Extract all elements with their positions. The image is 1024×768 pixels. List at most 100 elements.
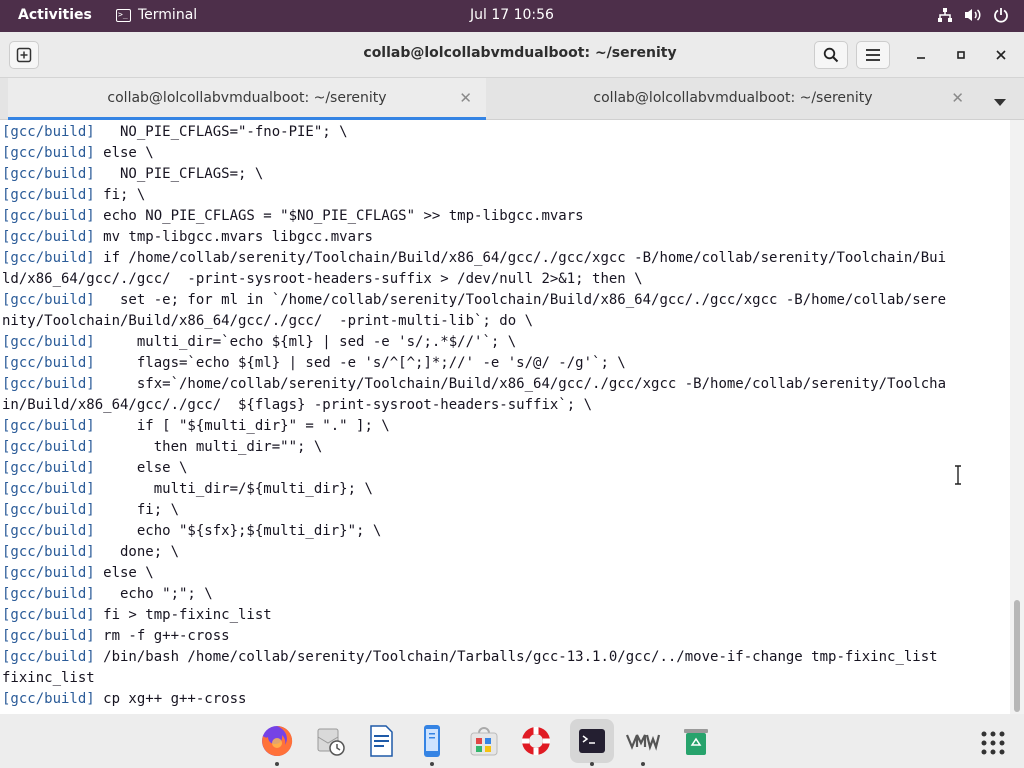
app-menu[interactable]: >_ Terminal	[116, 7, 197, 23]
dock-mail-clock[interactable]	[308, 719, 352, 763]
maximize-icon	[957, 51, 965, 59]
dock-phone[interactable]	[410, 719, 454, 766]
line-text: then multi_dir=""; \	[94, 439, 323, 455]
new-tab-button[interactable]	[9, 41, 39, 69]
line-text: if /home/collab/serenity/Toolchain/Build…	[94, 250, 947, 266]
line-prompt: [gcc/build]	[2, 145, 95, 161]
line-prompt: [gcc/build]	[2, 355, 95, 371]
line-text: NO_PIE_CFLAGS=; \	[94, 166, 264, 182]
dock-software-store[interactable]	[462, 719, 506, 763]
network-icon[interactable]	[936, 6, 954, 24]
writer-document-icon	[370, 725, 393, 757]
terminal-line: [gcc/build] else \	[2, 458, 946, 479]
terminal-line: fixinc_list	[2, 668, 946, 689]
dock-terminal[interactable]	[570, 719, 614, 766]
minimize-button[interactable]	[910, 44, 932, 66]
tab-terminal-2[interactable]: collab@lolcollabvmdualboot: ~/serenity ✕	[488, 78, 978, 120]
trash-icon	[684, 729, 708, 755]
line-text: done; \	[94, 544, 180, 560]
terminal-line: [gcc/build] else \	[2, 143, 946, 164]
line-text: echo ";"; \	[94, 586, 213, 602]
terminal-line: [gcc/build] flags=`echo ${ml} | sed -e '…	[2, 353, 946, 374]
show-applications-button[interactable]	[980, 730, 1006, 756]
line-text: else \	[94, 460, 188, 476]
terminal-scrollbar[interactable]	[1010, 120, 1024, 714]
tabs-dropdown-button[interactable]	[994, 92, 1006, 111]
line-prompt: [gcc/build]	[2, 628, 95, 644]
mail-clock-icon	[317, 728, 345, 756]
terminal-line: [gcc/build] cp xg++ g++-cross	[2, 689, 946, 710]
line-prompt: [gcc/build]	[2, 334, 95, 350]
search-button[interactable]	[814, 41, 848, 69]
terminal-line: [gcc/build] NO_PIE_CFLAGS="-fno-PIE"; \	[2, 122, 946, 143]
window-title: collab@lolcollabvmdualboot: ~/serenity	[363, 45, 677, 61]
close-icon	[996, 50, 1006, 60]
terminal-line: [gcc/build] echo "${sfx};${multi_dir}"; …	[2, 521, 946, 542]
maximize-button[interactable]	[950, 44, 972, 66]
menu-button[interactable]	[856, 41, 890, 69]
terminal-line: [gcc/build] fi > tmp-fixinc_list	[2, 605, 946, 626]
app-menu-label: Terminal	[138, 7, 198, 23]
running-indicator	[590, 762, 594, 766]
scrollbar-thumb[interactable]	[1014, 600, 1020, 712]
tab-label: collab@lolcollabvmdualboot: ~/serenity	[593, 90, 873, 106]
running-indicator	[275, 762, 279, 766]
tab-close-icon[interactable]: ✕	[459, 89, 472, 107]
new-tab-icon	[16, 47, 32, 63]
dock-vmware[interactable]	[621, 719, 665, 766]
terminal-output[interactable]: [gcc/build] NO_PIE_CFLAGS="-fno-PIE"; \[…	[0, 120, 1010, 714]
line-text: echo "${sfx};${multi_dir}"; \	[94, 523, 382, 539]
terminal-line: [gcc/build] done; \	[2, 542, 946, 563]
activities-button[interactable]: Activities	[18, 7, 92, 23]
line-text: rm -f g++-cross	[94, 628, 230, 644]
tab-terminal-1[interactable]: collab@lolcollabvmdualboot: ~/serenity ✕	[8, 78, 486, 120]
tab-label: collab@lolcollabvmdualboot: ~/serenity	[107, 90, 387, 106]
line-text: NO_PIE_CFLAGS="-fno-PIE"; \	[94, 124, 348, 140]
chevron-down-icon	[994, 99, 1006, 106]
terminal-line: ld/x86_64/gcc/./gcc/ -print-sysroot-head…	[2, 269, 946, 290]
dock-firefox[interactable]	[255, 719, 299, 766]
terminal-line: [gcc/build] fi; \	[2, 500, 946, 521]
dock-help[interactable]	[514, 719, 558, 763]
software-store-icon	[470, 727, 498, 756]
terminal-line: [gcc/build] mv tmp-libgcc.mvars libgcc.m…	[2, 227, 946, 248]
terminal-line: nity/Toolchain/Build/x86_64/gcc/./gcc/ -…	[2, 311, 946, 332]
line-text: if [ "${multi_dir}" = "." ]; \	[94, 418, 390, 434]
firefox-icon	[262, 725, 293, 756]
terminal-line: [gcc/build] multi_dir=/${multi_dir}; \	[2, 479, 946, 500]
line-text: fi > tmp-fixinc_list	[94, 607, 272, 623]
line-text: /bin/bash /home/collab/serenity/Toolchai…	[94, 649, 938, 665]
minimize-icon	[917, 57, 925, 59]
system-tray[interactable]	[936, 6, 1010, 24]
terminal-line: [gcc/build] sfx=`/home/collab/serenity/T…	[2, 374, 946, 395]
terminal-line: [gcc/build] rm -f g++-cross	[2, 626, 946, 647]
line-prompt: [gcc/build]	[2, 124, 95, 140]
line-prompt: [gcc/build]	[2, 523, 95, 539]
line-text: cp xg++ g++-cross	[94, 691, 247, 707]
line-prompt: [gcc/build]	[2, 229, 95, 245]
volume-icon[interactable]	[964, 6, 982, 24]
dock-writer[interactable]	[359, 719, 403, 763]
line-text: flags=`echo ${ml} | sed -e 's/^[^;]*;//'…	[94, 355, 626, 371]
line-prompt: [gcc/build]	[2, 586, 95, 602]
terminal-icon	[579, 729, 605, 753]
close-button[interactable]	[990, 44, 1012, 66]
line-prompt: [gcc/build]	[2, 376, 95, 392]
clock[interactable]: Jul 17 10:56	[470, 7, 554, 23]
dock-trash[interactable]	[674, 719, 718, 763]
line-prompt: [gcc/build]	[2, 649, 95, 665]
terminal-line: [gcc/build] if /home/collab/serenity/Too…	[2, 248, 946, 269]
terminal-line: [gcc/build] set -e; for ml in `/home/col…	[2, 290, 946, 311]
terminal-line: in/Build/x86_64/gcc/./gcc/ ${flags} -pri…	[2, 395, 946, 416]
terminal-line: [gcc/build] if [ "${multi_dir}" = "." ];…	[2, 416, 946, 437]
tab-close-icon[interactable]: ✕	[951, 89, 964, 107]
terminal-line: [gcc/build] then multi_dir=""; \	[2, 437, 946, 458]
vmware-icon	[625, 734, 661, 751]
line-text: in/Build/x86_64/gcc/./gcc/ ${flags} -pri…	[2, 397, 593, 413]
line-text: else \	[94, 145, 154, 161]
line-text: fixinc_list	[2, 670, 95, 686]
line-text: multi_dir=/${multi_dir}; \	[94, 481, 373, 497]
terminal-app-icon: >_	[116, 8, 131, 22]
line-text: nity/Toolchain/Build/x86_64/gcc/./gcc/ -…	[2, 313, 534, 329]
power-icon[interactable]	[992, 6, 1010, 24]
